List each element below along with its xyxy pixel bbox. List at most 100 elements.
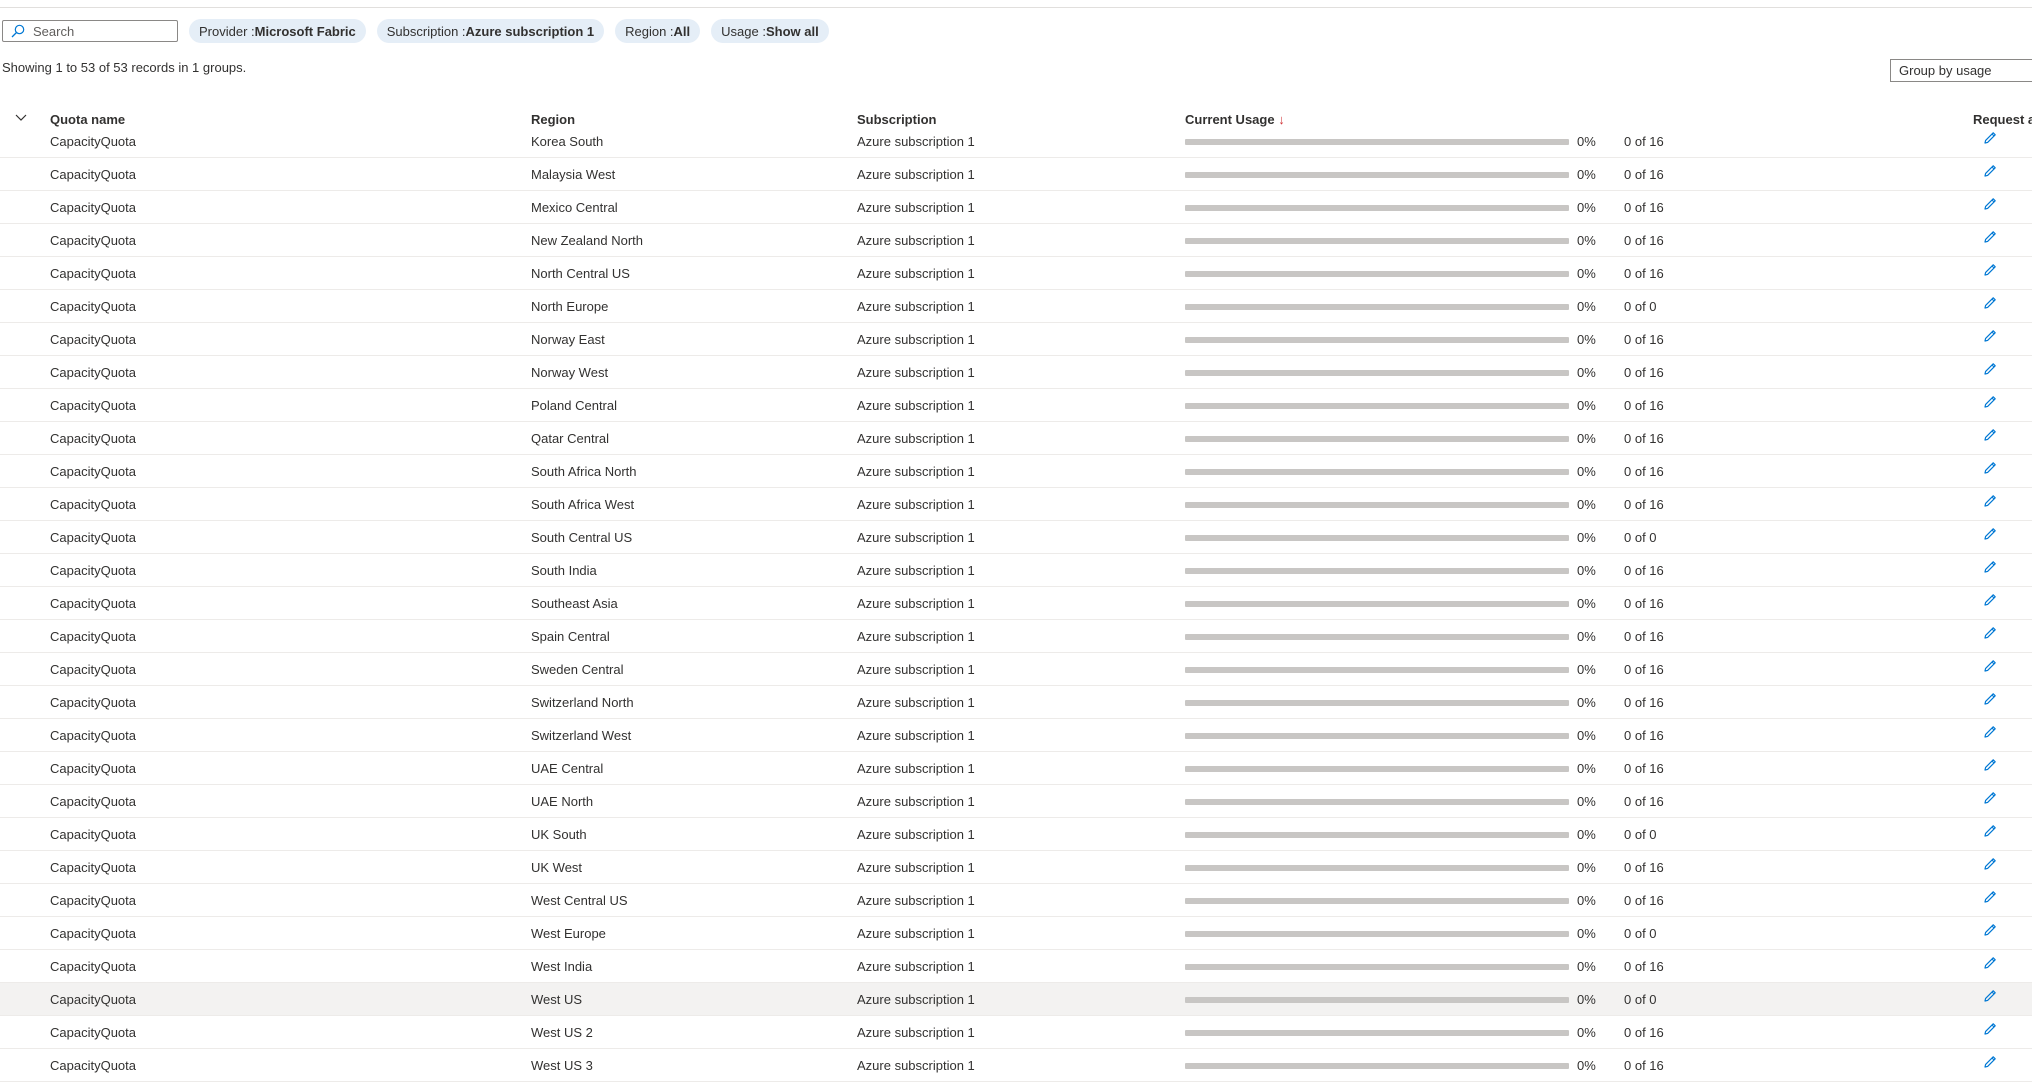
cell-quota-name: CapacityQuota [50,794,136,809]
chevron-down-icon[interactable] [14,111,28,125]
edit-icon[interactable] [1982,823,1998,839]
table-row[interactable]: CapacityQuota West US 2 Azure subscription… [0,1016,2032,1049]
edit-icon[interactable] [1982,460,1998,476]
column-header-current-usage[interactable]: Current Usage ↓ [1185,112,1285,127]
table-row[interactable]: CapacityQuota Poland Central Azure subscri… [0,389,2032,422]
edit-icon[interactable] [1982,889,1998,905]
filter-provider[interactable]: Provider : Microsoft Fabric [189,19,366,43]
table-row[interactable]: CapacityQuota Southeast Asia Azure subscri… [0,587,2032,620]
edit-icon[interactable] [1982,1021,1998,1037]
cell-quota-name: CapacityQuota [50,695,136,710]
edit-icon[interactable] [1982,163,1998,179]
edit-icon[interactable] [1982,196,1998,212]
table-row[interactable]: CapacityQuota Norway West Azure subscripti… [0,356,2032,389]
column-header-region[interactable]: Region [531,112,575,127]
filter-subscription[interactable]: Subscription : Azure subscription 1 [376,19,605,43]
cell-usage-percent: 0% [1577,695,1596,710]
top-divider [0,7,2032,8]
group-by-dropdown[interactable]: Group by usage [1890,59,2032,82]
cell-usage-count: 0 of 0 [1624,299,1657,314]
table-row[interactable]: CapacityQuota Mexico Central Azure subscri… [0,191,2032,224]
table-row[interactable]: CapacityQuota New Zealand North Azure subs… [0,224,2032,257]
usage-progress-bar [1185,271,1569,277]
edit-icon[interactable] [1982,361,1998,377]
cell-usage-count: 0 of 16 [1624,332,1664,347]
edit-icon[interactable] [1982,328,1998,344]
filter-usage[interactable]: Usage : Show all [711,19,829,43]
edit-icon[interactable] [1982,526,1998,542]
filter-region-value: All [673,23,691,39]
edit-icon[interactable] [1982,131,1998,146]
edit-icon[interactable] [1982,592,1998,608]
cell-subscription: Azure subscription 1 [857,695,975,710]
cell-usage-count: 0 of 16 [1624,1025,1664,1040]
edit-icon[interactable] [1982,790,1998,806]
grid-header: Quota name Region Subscription Current U… [0,108,2032,132]
column-header-request[interactable]: Request ac [1973,112,2032,127]
usage-progress-bar [1185,436,1569,442]
table-row[interactable]: CapacityQuota West US 3 Azure subscription… [0,1049,2032,1082]
edit-icon[interactable] [1982,955,1998,971]
edit-icon[interactable] [1982,1054,1998,1070]
usage-progress-bar [1185,997,1569,1003]
edit-icon[interactable] [1982,394,1998,410]
table-row[interactable]: CapacityQuota UAE North Azure subscription… [0,785,2032,818]
edit-icon[interactable] [1982,229,1998,245]
search-input[interactable] [33,23,173,39]
edit-icon[interactable] [1982,856,1998,872]
usage-progress-bar [1185,898,1569,904]
cell-region: Poland Central [531,398,617,413]
table-row[interactable]: CapacityQuota South Africa West Azure subs… [0,488,2032,521]
edit-icon[interactable] [1982,493,1998,509]
table-row[interactable]: CapacityQuota West India Azure subscriptio… [0,950,2032,983]
edit-icon[interactable] [1982,295,1998,311]
table-row[interactable]: CapacityQuota South India Azure subscripti… [0,554,2032,587]
usage-progress-bar [1185,337,1569,343]
table-row[interactable]: CapacityQuota North Europe Azure subscript… [0,290,2032,323]
table-row[interactable]: CapacityQuota Switzerland West Azure subsc… [0,719,2032,752]
table-row[interactable]: CapacityQuota Korea South Azure subscripti… [0,131,2032,158]
edit-icon[interactable] [1982,262,1998,278]
edit-icon[interactable] [1982,658,1998,674]
search-box[interactable] [2,20,178,42]
table-row[interactable]: CapacityQuota South Central US Azure subsc… [0,521,2032,554]
table-row[interactable]: CapacityQuota UK South Azure subscription … [0,818,2032,851]
table-row[interactable]: CapacityQuota Spain Central Azure subscrip… [0,620,2032,653]
filter-subscription-key: Subscription : [386,23,466,39]
table-row[interactable]: CapacityQuota Norway East Azure subscripti… [0,323,2032,356]
column-header-quota-name[interactable]: Quota name [50,112,125,127]
cell-subscription: Azure subscription 1 [857,992,975,1007]
table-row[interactable]: CapacityQuota North Central US Azure subsc… [0,257,2032,290]
edit-icon[interactable] [1982,559,1998,575]
edit-icon[interactable] [1982,724,1998,740]
edit-icon[interactable] [1982,922,1998,938]
table-row[interactable]: CapacityQuota West Europe Azure subscripti… [0,917,2032,950]
edit-icon[interactable] [1982,625,1998,641]
edit-icon[interactable] [1982,691,1998,707]
filter-region[interactable]: Region : All [615,19,701,43]
cell-usage-percent: 0% [1577,464,1596,479]
usage-progress-bar [1185,469,1569,475]
table-row[interactable]: CapacityQuota West Central US Azure subscr… [0,884,2032,917]
table-row[interactable]: CapacityQuota UK West Azure subscription 1… [0,851,2032,884]
edit-icon[interactable] [1982,757,1998,773]
table-row[interactable]: CapacityQuota UAE Central Azure subscripti… [0,752,2032,785]
cell-subscription: Azure subscription 1 [857,761,975,776]
table-row[interactable]: CapacityQuota Sweden Central Azure subscri… [0,653,2032,686]
cell-region: Sweden Central [531,662,624,677]
cell-usage-percent: 0% [1577,959,1596,974]
cell-region: West Europe [531,926,606,941]
cell-quota-name: CapacityQuota [50,860,136,875]
table-row[interactable]: CapacityQuota Malaysia West Azure subscrip… [0,158,2032,191]
cell-subscription: Azure subscription 1 [857,233,975,248]
cell-quota-name: CapacityQuota [50,1025,136,1040]
table-row[interactable]: CapacityQuota West US Azure subscription 1… [0,983,2032,1016]
table-row[interactable]: CapacityQuota Qatar Central Azure subscrip… [0,422,2032,455]
table-row[interactable]: CapacityQuota South Africa North Azure sub… [0,455,2032,488]
table-row[interactable]: CapacityQuota Switzerland North Azure subs… [0,686,2032,719]
cell-usage-percent: 0% [1577,926,1596,941]
column-header-subscription[interactable]: Subscription [857,112,936,127]
edit-icon[interactable] [1982,427,1998,443]
cell-usage-percent: 0% [1577,794,1596,809]
edit-icon[interactable] [1982,988,1998,1004]
